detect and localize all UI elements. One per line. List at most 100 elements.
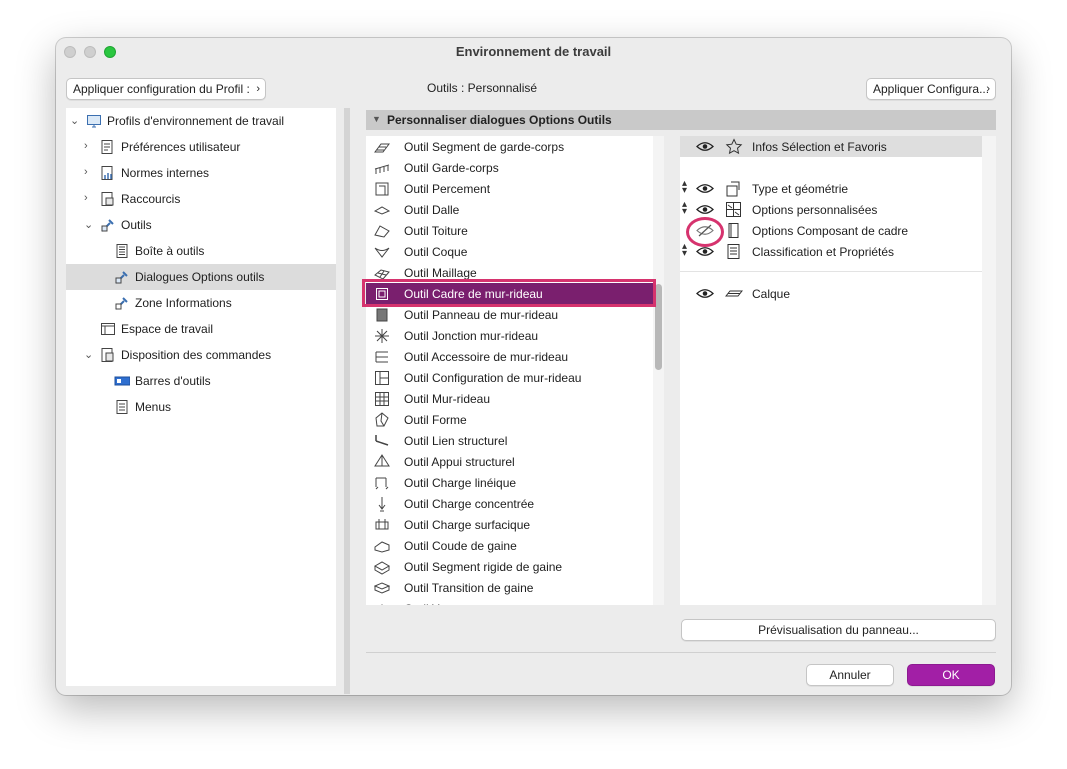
divider (366, 652, 996, 653)
command-layout-icon (100, 347, 116, 363)
tree-item[interactable]: Boîte à outils (66, 238, 336, 264)
drag-handle-icon[interactable]: ▴ ▾ (682, 200, 687, 217)
structural-link-icon (374, 433, 390, 449)
profile-status: Outils : Personnalisé (427, 81, 538, 95)
standards-icon (100, 165, 116, 181)
tool-list-item[interactable]: Outil Coude de gaine (366, 535, 656, 556)
tool-list-item[interactable]: Outil Jonction mur-rideau (366, 325, 656, 346)
tree-item[interactable]: Zone Informations (66, 290, 336, 316)
tool-list-item[interactable]: Outil Mur-rideau (366, 388, 656, 409)
tree-item[interactable]: Dialogues Options outils (66, 264, 336, 290)
railing-segment-icon (374, 139, 390, 155)
chevron-right-icon: › (986, 83, 990, 95)
profile-icon (86, 113, 102, 129)
drag-handle-icon[interactable]: ▴ ▾ (682, 242, 687, 259)
tree-item-label: Préférences utilisateur (121, 140, 241, 154)
tree-item[interactable]: ⌄ Outils (66, 212, 336, 238)
eye-icon[interactable] (696, 182, 714, 195)
tree-item-label: Profils d'environnement de travail (107, 114, 285, 128)
settings-panel-row[interactable]: Calque (680, 283, 982, 304)
tool-list-item[interactable]: Outil Accessoire de mur-rideau (366, 346, 656, 367)
ok-button[interactable]: OK (907, 664, 995, 686)
curtain-wall-junction-icon (374, 328, 390, 344)
tool-list-item[interactable]: Outil Percement (366, 178, 656, 199)
preview-panel-button[interactable]: Prévisualisation du panneau... (681, 619, 996, 641)
settings-panel-row[interactable]: Options Composant de cadre (680, 220, 982, 241)
chevron-right-icon[interactable]: › (84, 192, 88, 204)
cancel-button[interactable]: Annuler (806, 664, 894, 686)
tool-label: Outil Garde-corps (404, 161, 499, 175)
apply-configuration-button[interactable]: Appliquer Configura... › (866, 78, 996, 100)
tree-item-label: Espace de travail (121, 322, 214, 336)
tool-label: Outil Maillage (404, 266, 477, 280)
workspace-icon (100, 321, 116, 337)
eye-icon[interactable] (696, 140, 714, 153)
tool-list-item[interactable]: Outil Panneau de mur-rideau (366, 304, 656, 325)
window-title: Environnement de travail (455, 44, 612, 59)
tool-list-item[interactable]: Outil Appui structurel (366, 451, 656, 472)
tree-item[interactable]: Espace de travail (66, 316, 336, 342)
settings-panel-label: Infos Sélection et Favoris (752, 140, 887, 154)
tool-label: Outil Charge surfacique (404, 518, 531, 532)
tool-list-item[interactable]: Outil Configuration de mur-rideau (366, 367, 656, 388)
settings-panels-list: Infos Sélection et Favoris ▴ ▾ Type et géom… (680, 136, 982, 605)
tool-list-item[interactable]: Outil Toiture (366, 220, 656, 241)
tree-item[interactable]: › Raccourcis (66, 186, 336, 212)
tool-list-item[interactable]: Outil Lien structurel (366, 430, 656, 451)
panels-scrollbar[interactable] (982, 136, 996, 605)
settings-panel-label: Classification et Propriétés (752, 245, 895, 259)
settings-panel-row[interactable]: ▴ ▾ Classification et Propriétés (680, 241, 982, 262)
tree-item-label: Raccourcis (121, 192, 181, 206)
info-box-icon (114, 295, 130, 311)
tool-label: Outil Jonction mur-rideau (404, 329, 539, 343)
drag-handle-icon[interactable]: ▴ ▾ (682, 179, 687, 196)
chevron-right-icon[interactable]: › (84, 140, 88, 152)
tool-label: Outil Segment rigide de gaine (404, 560, 563, 574)
shortcuts-icon (100, 191, 116, 207)
tool-list-item[interactable]: Outil Garde-corps (366, 157, 656, 178)
tool-label: Outil Lien structurel (404, 434, 508, 448)
eye-icon[interactable] (696, 287, 714, 300)
tree-item[interactable]: ⌄ Disposition des commandes (66, 342, 336, 368)
tool-list-item[interactable]: Outil Charge concentrée (366, 493, 656, 514)
tool-list-item[interactable]: Outil Transition de gaine (366, 577, 656, 598)
chevron-down-icon[interactable]: ⌄ (84, 348, 93, 361)
eye-icon[interactable] (696, 203, 714, 216)
tool-list-item[interactable]: Outil Charge linéique (366, 472, 656, 493)
menus-icon (114, 399, 130, 415)
apply-profile-button[interactable]: Appliquer configuration du Profil : › (66, 78, 266, 100)
chevron-right-icon[interactable]: › (84, 166, 88, 178)
toolbox-icon (114, 243, 130, 259)
tree-item[interactable]: Menus (66, 394, 336, 420)
tool-list-item[interactable]: Outil Segment rigide de gaine (366, 556, 656, 577)
tree-item[interactable]: ⌄ Profils d'environnement de travail (66, 108, 336, 134)
toolbars-icon (114, 373, 131, 389)
tree-item[interactable]: › Préférences utilisateur (66, 134, 336, 160)
tool-label: Outil Y... (404, 602, 448, 605)
scrollbar-thumb[interactable] (655, 284, 662, 370)
settings-panel-row[interactable]: ▴ ▾ Type et géométrie (680, 178, 982, 199)
tool-list-item[interactable]: Outil Y... (366, 598, 656, 605)
section-header[interactable]: ▼ Personnaliser dialogues Options Outils (366, 110, 996, 130)
chevron-down-icon[interactable]: ⌄ (84, 218, 93, 231)
tool-list-scrollbar[interactable] (653, 136, 664, 605)
tool-list-item[interactable]: Outil Coque (366, 241, 656, 262)
tool-list-item[interactable]: Outil Charge surfacique (366, 514, 656, 535)
tool-list-item[interactable]: Outil Forme (366, 409, 656, 430)
settings-panel-label: Type et géométrie (752, 182, 849, 196)
settings-panel-row[interactable]: ▴ ▾ Options personnalisées (680, 199, 982, 220)
tool-label: Outil Configuration de mur-rideau (404, 371, 582, 385)
duct-bend-icon (374, 538, 390, 554)
curtain-wall-icon (374, 391, 390, 407)
tool-list-item[interactable]: Outil Segment de garde-corps (366, 136, 656, 157)
settings-panel-row[interactable]: Infos Sélection et Favoris (680, 136, 982, 157)
tree-item[interactable]: › Normes internes (66, 160, 336, 186)
preferences-icon (100, 139, 116, 155)
tool-label: Outil Transition de gaine (404, 581, 534, 595)
tree-item[interactable]: Barres d'outils (66, 368, 336, 394)
chevron-right-icon: › (256, 83, 260, 95)
panel-splitter[interactable] (344, 108, 350, 694)
annotation-circle (686, 217, 724, 247)
tool-list-item[interactable]: Outil Dalle (366, 199, 656, 220)
chevron-down-icon[interactable]: ⌄ (70, 114, 79, 127)
